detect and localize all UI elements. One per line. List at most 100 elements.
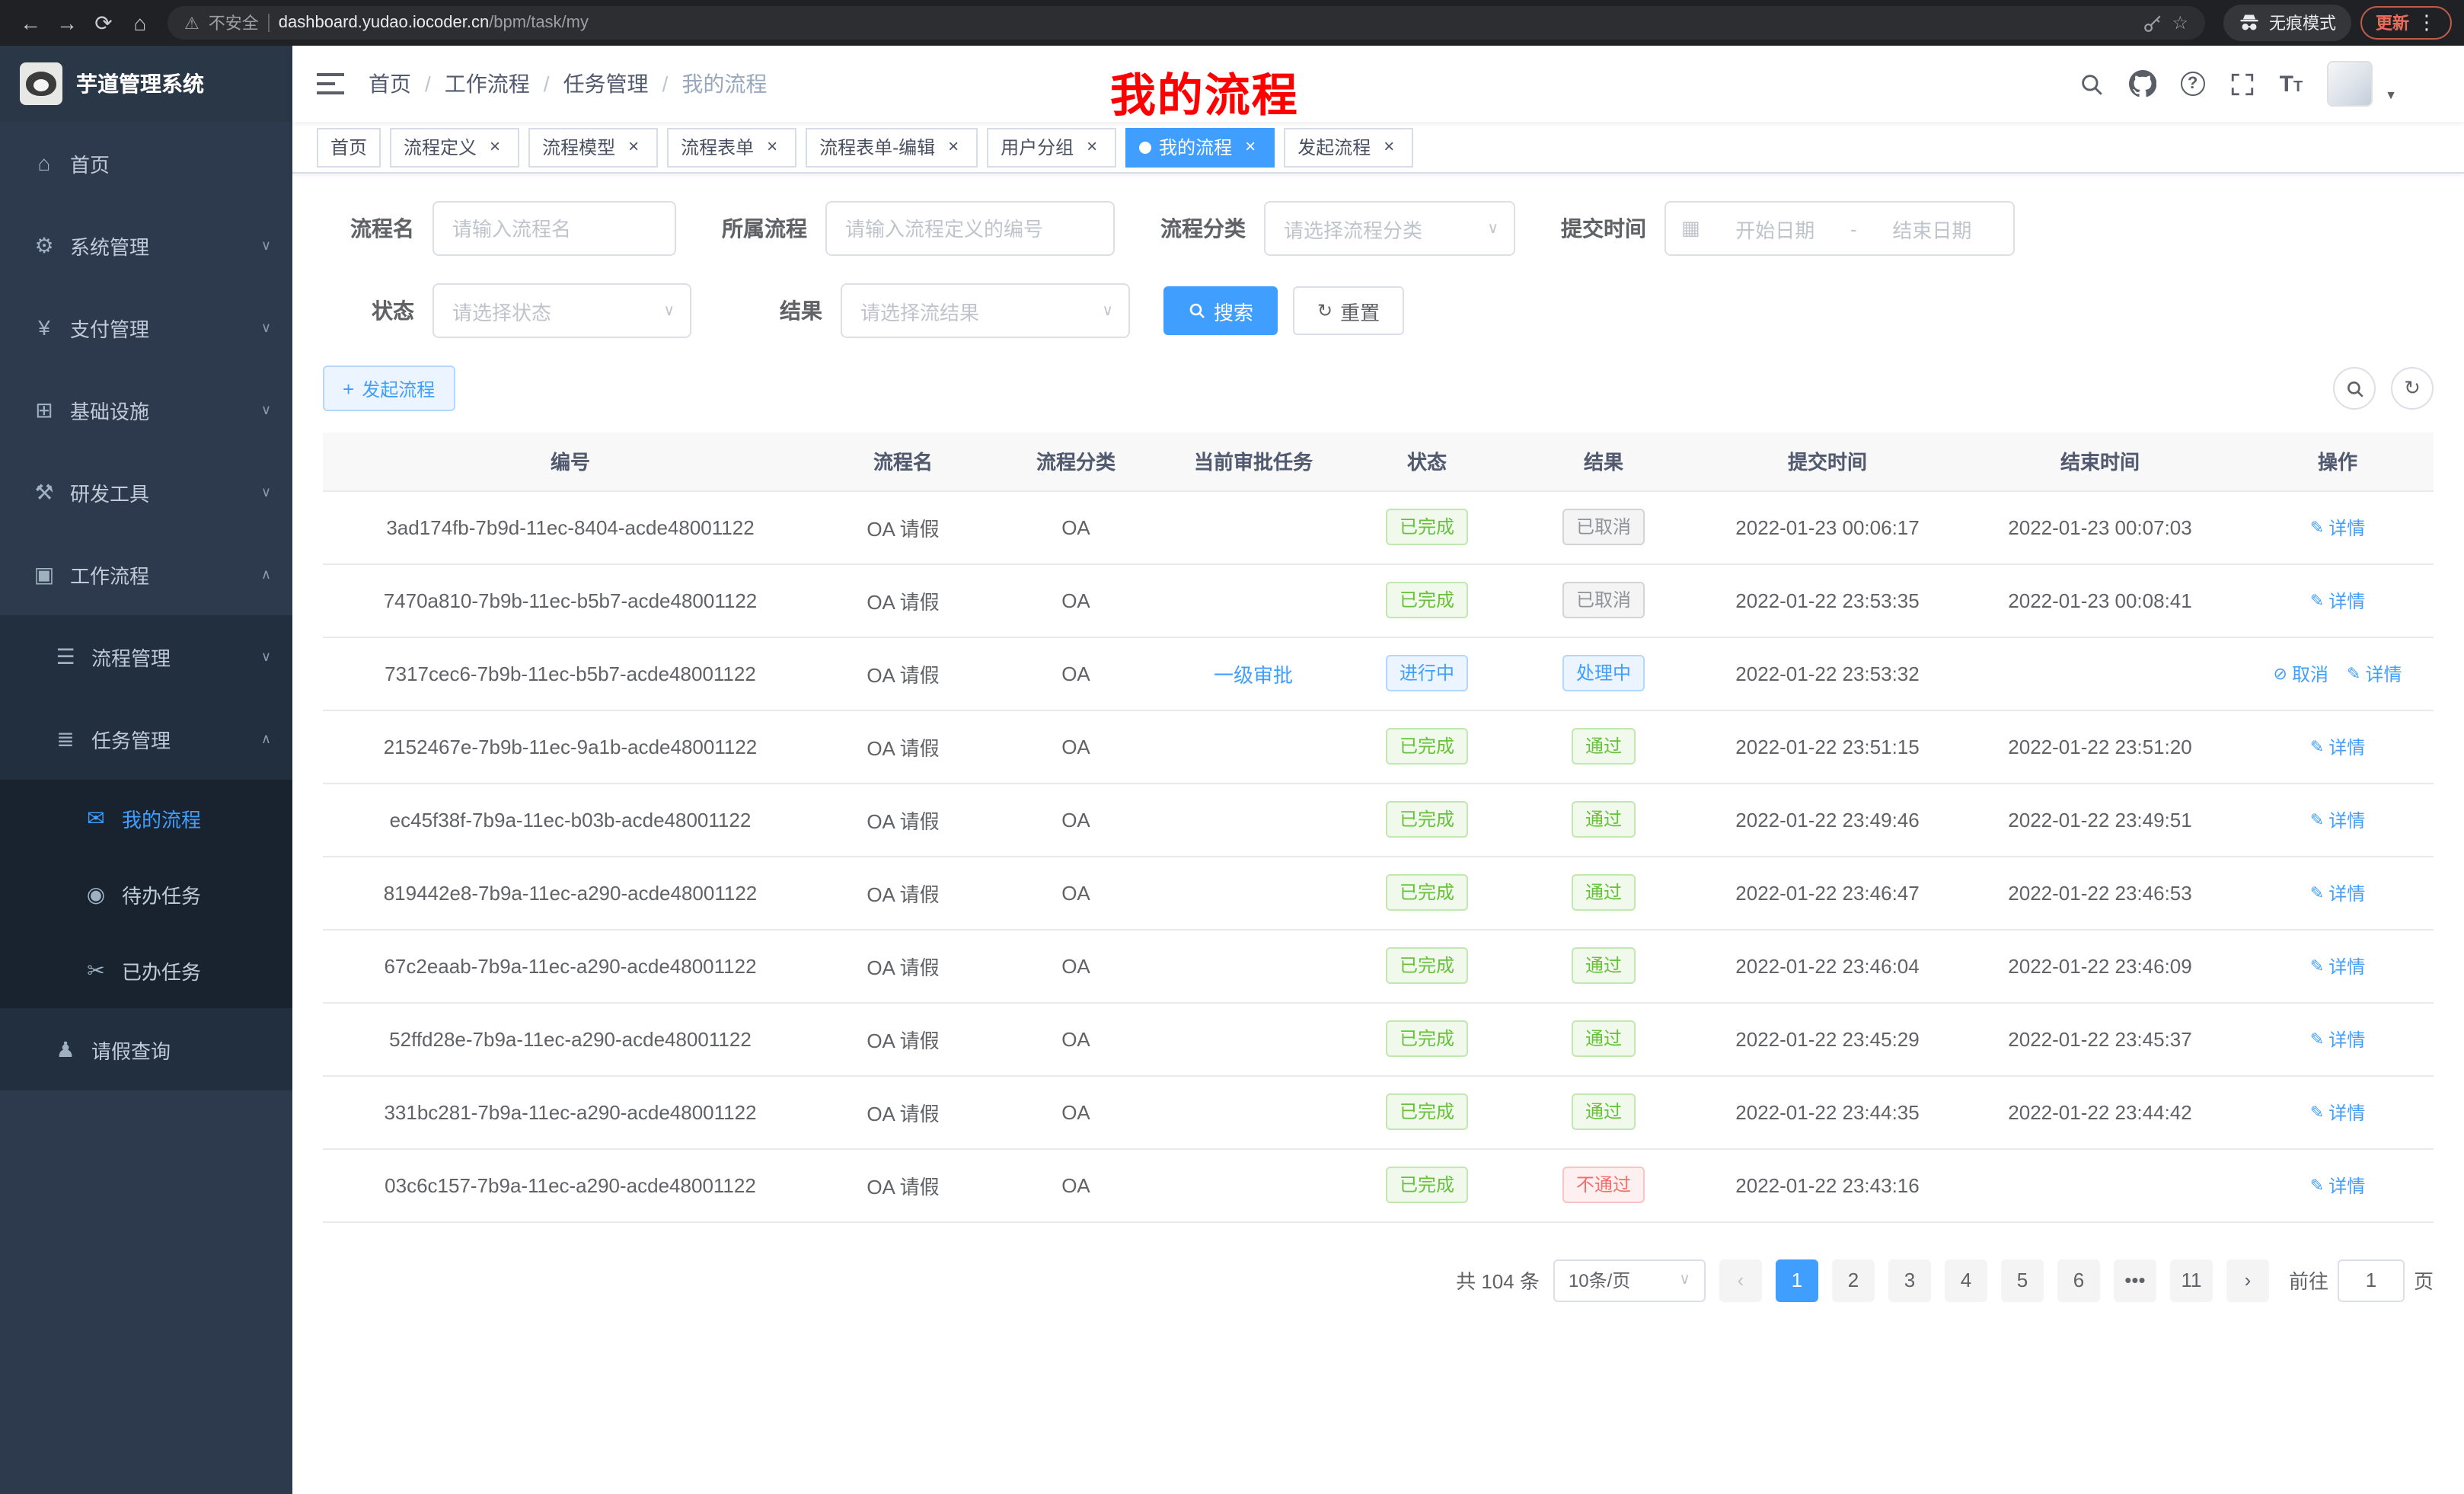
fullscreen-icon[interactable] xyxy=(2229,71,2255,97)
sidebar-item-process-manage[interactable]: ☰流程管理∨ xyxy=(0,615,292,698)
help-icon[interactable]: ? xyxy=(2181,72,2205,96)
password-key-icon[interactable] xyxy=(2143,13,2162,33)
cell-result: 通过 xyxy=(1511,856,1696,929)
result-select[interactable]: 请选择流结果 ∨ xyxy=(841,283,1130,338)
start-process-button[interactable]: + 发起流程 xyxy=(323,366,455,411)
tab-process-form[interactable]: 流程表单× xyxy=(667,127,796,167)
reset-button[interactable]: ↻ 重置 xyxy=(1293,286,1404,335)
edit-icon: ✎ xyxy=(2310,517,2324,537)
close-icon[interactable]: × xyxy=(1240,136,1261,158)
detail-button[interactable]: ✎详情 xyxy=(2310,1099,2365,1125)
cell-result: 通过 xyxy=(1511,710,1696,783)
pagination-page-1[interactable]: 1 xyxy=(1776,1259,1818,1301)
detail-button[interactable]: ✎详情 xyxy=(2310,514,2365,540)
refresh-table-button[interactable]: ↻ xyxy=(2391,367,2434,410)
delete-icon: ⊘ xyxy=(2274,663,2287,683)
submit-time-range[interactable]: ▦ 开始日期 - 结束日期 xyxy=(1664,201,2015,256)
sidebar-item-workflow[interactable]: ▣工作流程∧ xyxy=(0,533,292,615)
bookmark-star-icon[interactable]: ☆ xyxy=(2172,12,2188,34)
pagination-page-11[interactable]: 11 xyxy=(2170,1259,2213,1301)
detail-button[interactable]: ✎详情 xyxy=(2347,660,2402,686)
breadcrumb-task-manage[interactable]: 任务管理 xyxy=(563,69,649,99)
detail-button[interactable]: ✎详情 xyxy=(2310,953,2365,978)
detail-button[interactable]: ✎详情 xyxy=(2310,806,2365,832)
close-icon[interactable]: × xyxy=(623,136,644,158)
goto-page-input[interactable] xyxy=(2338,1259,2405,1301)
sidebar-item-task-manage[interactable]: ≣任务管理∧ xyxy=(0,698,292,780)
sidebar-item-home[interactable]: ⌂首页 xyxy=(0,122,292,204)
reload-icon[interactable]: ⟳ xyxy=(85,5,122,41)
pagination-more[interactable]: ••• xyxy=(2114,1259,2156,1301)
close-icon[interactable]: × xyxy=(943,136,964,158)
cell-result: 处理中 xyxy=(1511,637,1696,710)
pagination-page-6[interactable]: 6 xyxy=(2057,1259,2100,1301)
forward-icon[interactable]: → xyxy=(49,5,85,41)
pagination-next[interactable]: › xyxy=(2226,1259,2269,1301)
security-label[interactable]: 不安全 xyxy=(209,11,259,35)
detail-button[interactable]: ✎详情 xyxy=(2310,733,2365,759)
cell-actions: ✎详情 xyxy=(2242,929,2434,1002)
sidebar-item-infrastructure[interactable]: ⊞基础设施∨ xyxy=(0,369,292,451)
pagination-page-5[interactable]: 5 xyxy=(2001,1259,2044,1301)
cell-process-name: OA 请假 xyxy=(818,490,988,563)
tab-home[interactable]: 首页 xyxy=(317,127,381,167)
update-button[interactable]: 更新 ⋮ xyxy=(2360,6,2452,40)
status-select[interactable]: 请选择状态 ∨ xyxy=(432,283,691,338)
close-icon[interactable]: × xyxy=(1378,136,1400,158)
cancel-button[interactable]: ⊘取消 xyxy=(2274,660,2328,686)
font-size-icon[interactable]: TT xyxy=(2280,71,2303,97)
owner-process-input[interactable] xyxy=(845,217,1095,240)
tab-label: 首页 xyxy=(330,134,367,160)
current-task-link[interactable]: 一级审批 xyxy=(1214,663,1293,686)
hamburger-icon[interactable] xyxy=(317,72,344,96)
pagination-page-2[interactable]: 2 xyxy=(1832,1259,1875,1301)
toggle-search-button[interactable] xyxy=(2333,367,2376,410)
tab-process-form-edit[interactable]: 流程表单-编辑× xyxy=(806,127,978,167)
cell-submit-time: 2022-01-22 23:46:47 xyxy=(1696,856,1958,929)
sidebar-item-label: 待办任务 xyxy=(122,879,201,908)
sidebar-item-todo-task[interactable]: ◉待办任务 xyxy=(0,856,292,932)
tools-icon: ⚒ xyxy=(30,479,58,505)
page-size-select[interactable]: 10条/页 ∨ xyxy=(1553,1259,1706,1301)
detail-button[interactable]: ✎详情 xyxy=(2310,1172,2365,1198)
detail-button[interactable]: ✎详情 xyxy=(2310,1026,2365,1052)
search-icon[interactable] xyxy=(2079,71,2105,97)
browser-home-icon[interactable]: ⌂ xyxy=(122,5,158,41)
tab-process-model[interactable]: 流程模型× xyxy=(528,127,658,167)
pagination-prev[interactable]: ‹ xyxy=(1719,1259,1762,1301)
tab-my-process[interactable]: 我的流程× xyxy=(1125,127,1275,167)
address-bar[interactable]: ⚠ 不安全 dashboard.yudao.iocoder.cn/bpm/tas… xyxy=(168,6,2205,40)
incognito-badge[interactable]: 无痕模式 xyxy=(2223,5,2351,41)
avatar[interactable] xyxy=(2327,61,2373,107)
menu-kebab-icon[interactable]: ⋮ xyxy=(2417,11,2437,35)
breadcrumb-workflow[interactable]: 工作流程 xyxy=(445,69,530,99)
cell-process-name: OA 请假 xyxy=(818,1002,988,1075)
chevron-down-icon: ∨ xyxy=(261,484,271,500)
tab-user-group[interactable]: 用户分组× xyxy=(987,127,1116,167)
start-date-placeholder[interactable]: 开始日期 xyxy=(1709,214,1841,243)
category-select[interactable]: 请选择流程分类 ∨ xyxy=(1264,201,1515,256)
github-icon[interactable] xyxy=(2129,70,2156,97)
back-icon[interactable]: ← xyxy=(12,5,49,41)
process-name-input[interactable] xyxy=(452,217,656,240)
tab-process-definition[interactable]: 流程定义× xyxy=(390,127,519,167)
close-icon[interactable]: × xyxy=(1081,136,1103,158)
sidebar-item-my-process[interactable]: ✉我的流程 xyxy=(0,780,292,856)
end-date-placeholder[interactable]: 结束日期 xyxy=(1866,214,1998,243)
reset-button-label: 重置 xyxy=(1340,296,1380,325)
sidebar-item-system[interactable]: ⚙系统管理∨ xyxy=(0,204,292,286)
sidebar-item-payment[interactable]: ¥支付管理∨ xyxy=(0,286,292,369)
pagination-page-3[interactable]: 3 xyxy=(1888,1259,1931,1301)
close-icon[interactable]: × xyxy=(761,136,783,158)
app-logo[interactable]: 芋道管理系统 xyxy=(0,46,292,122)
detail-button[interactable]: ✎详情 xyxy=(2310,587,2365,613)
tab-start-process[interactable]: 发起流程× xyxy=(1284,127,1413,167)
sidebar-item-dev-tools[interactable]: ⚒研发工具∨ xyxy=(0,451,292,533)
sidebar-item-done-task[interactable]: ✂已办任务 xyxy=(0,932,292,1008)
search-button[interactable]: 搜索 xyxy=(1163,286,1278,335)
pagination-page-4[interactable]: 4 xyxy=(1945,1259,1987,1301)
close-icon[interactable]: × xyxy=(484,136,506,158)
sidebar-item-leave-query[interactable]: ♟请假查询 xyxy=(0,1008,292,1090)
detail-button[interactable]: ✎详情 xyxy=(2310,879,2365,905)
breadcrumb-home[interactable]: 首页 xyxy=(369,69,411,99)
